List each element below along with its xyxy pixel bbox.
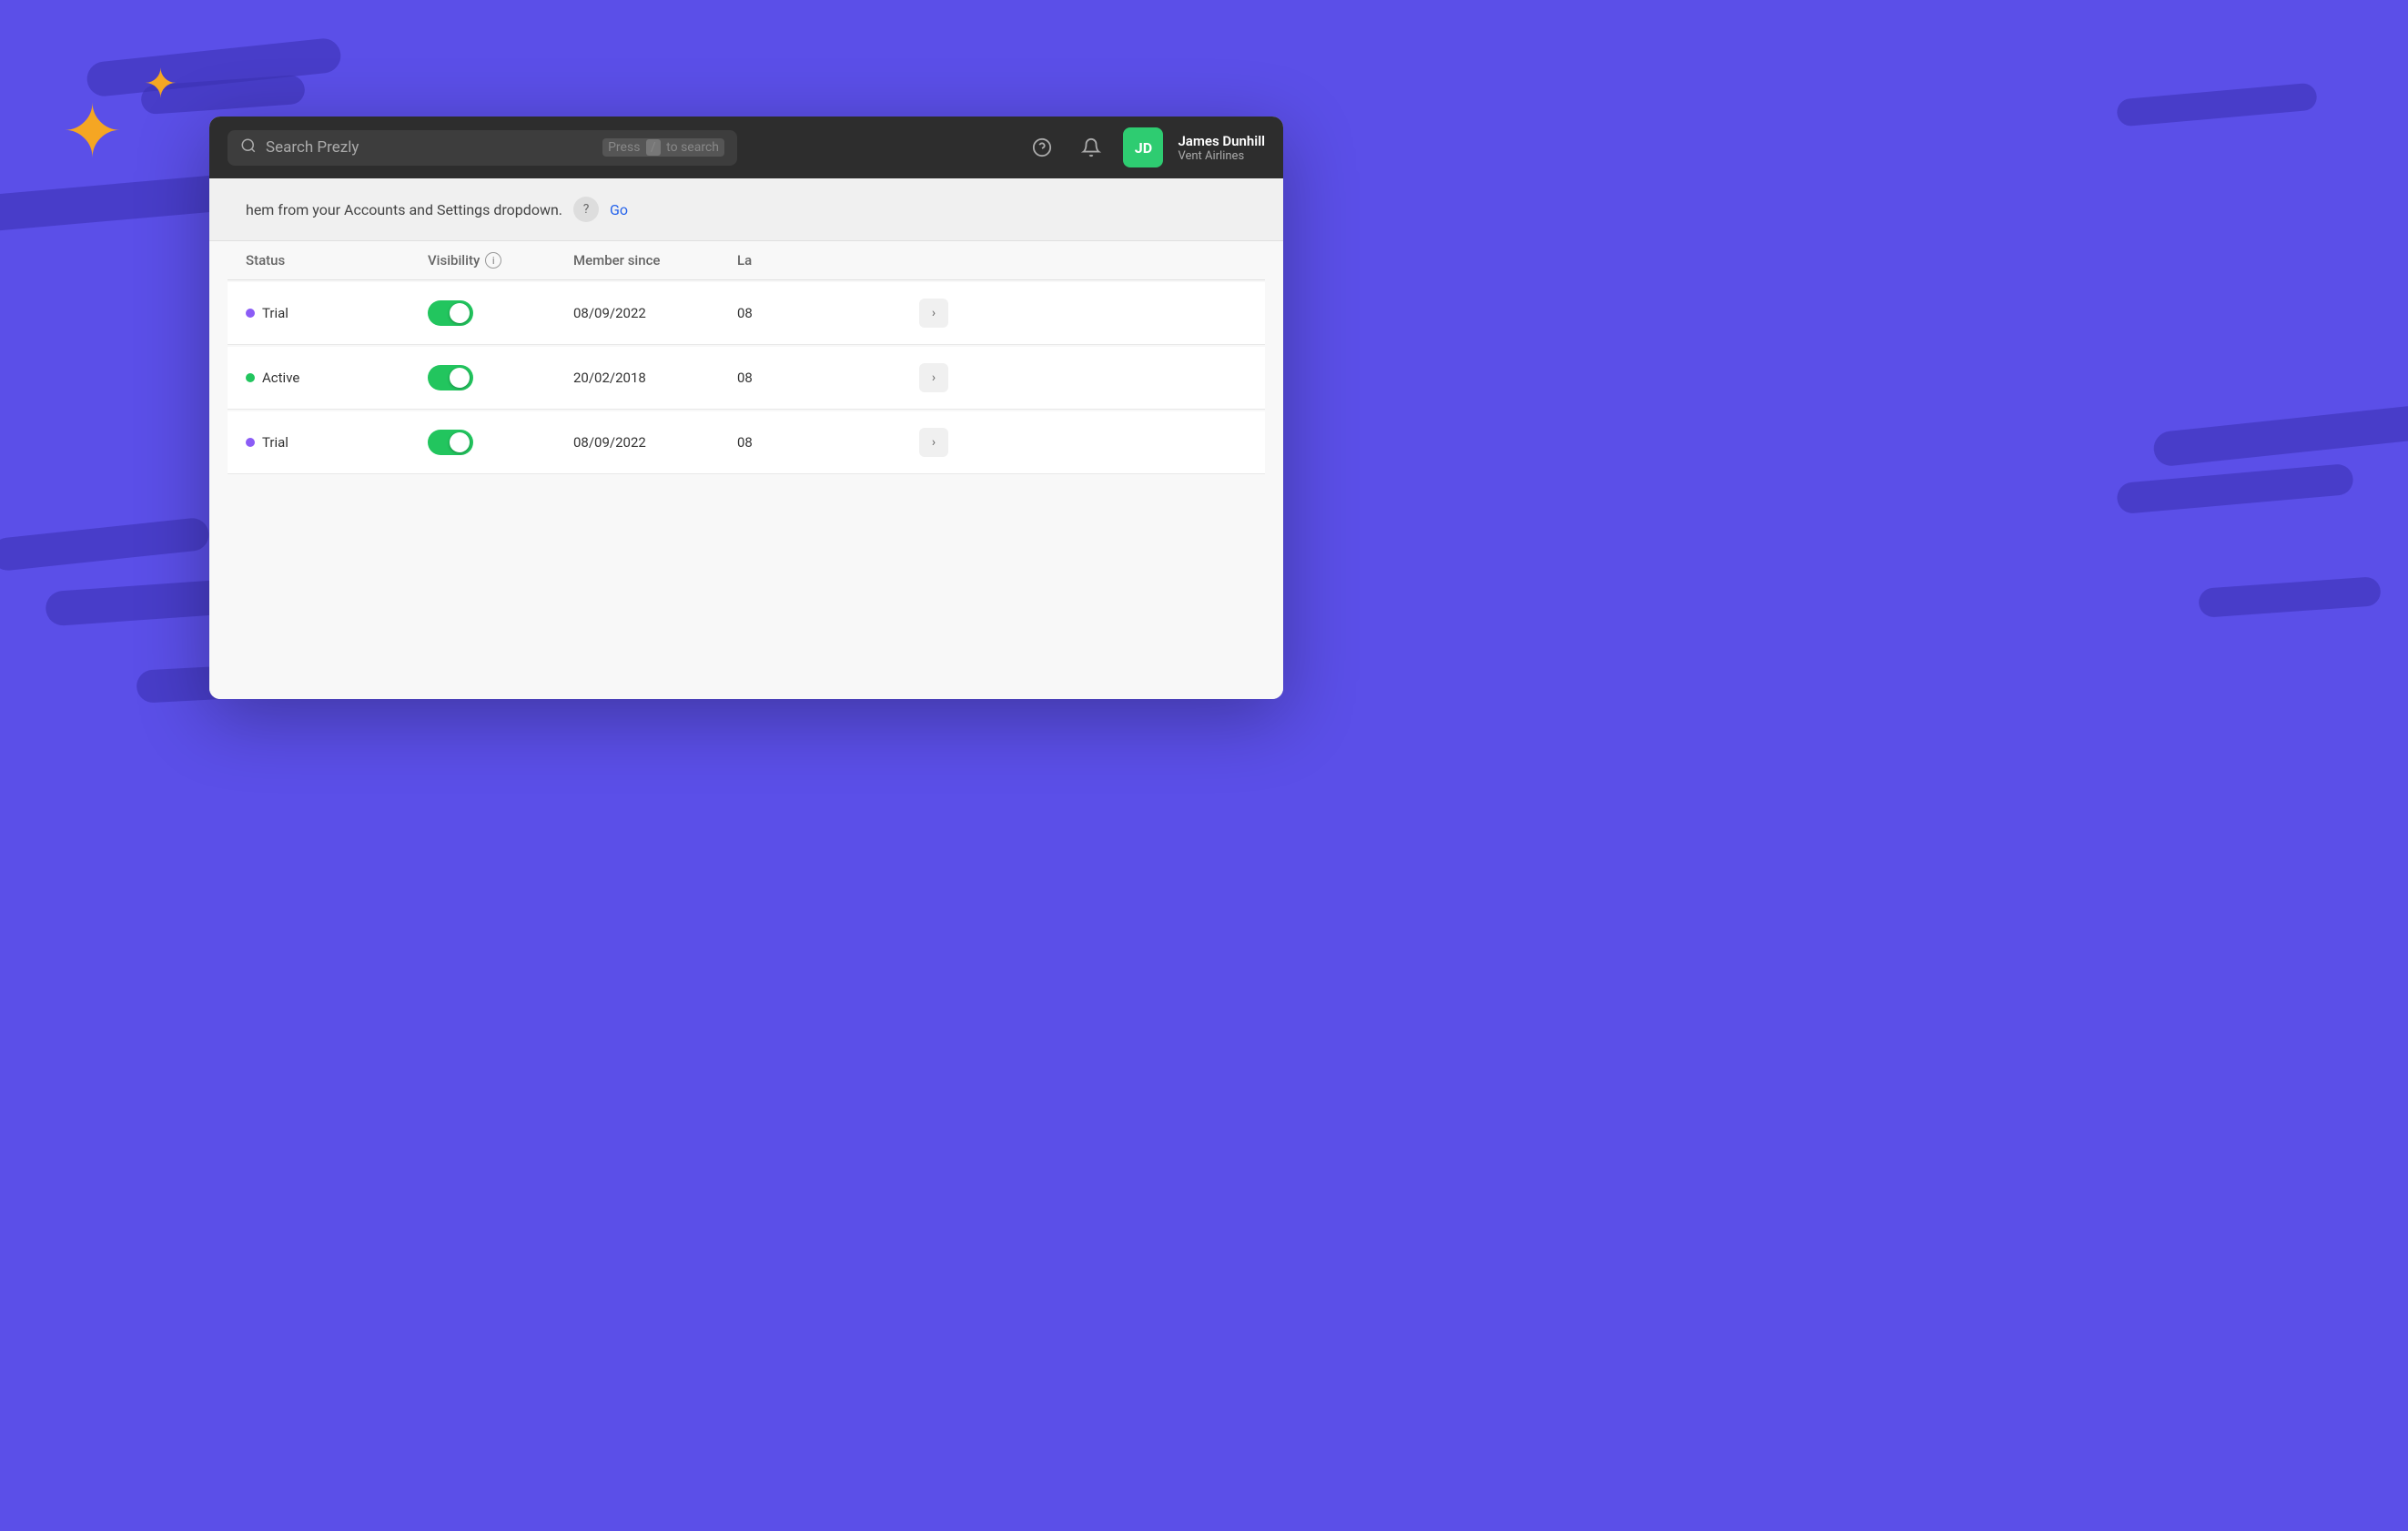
col-last: La (737, 252, 919, 269)
table-header: Status Visibility i Member since La (228, 241, 1265, 280)
table-row: Active 20/02/2018 08 › (228, 347, 1265, 410)
user-info[interactable]: James Dunhill Vent Airlines (1178, 133, 1265, 163)
date-cell-3: 08/09/2022 (573, 434, 737, 451)
status-label-3: Trial (262, 434, 288, 451)
notice-bar: hem from your Accounts and Settings drop… (209, 178, 1283, 241)
visibility-toggle-2[interactable] (428, 365, 473, 390)
notice-help-icon[interactable]: ? (573, 197, 599, 222)
app-window: Search Prezly Press / to search (209, 117, 1283, 699)
toggle-knob-3 (450, 432, 470, 452)
visibility-toggle-3[interactable] (428, 430, 473, 455)
search-icon (240, 137, 257, 158)
date-cell-2: 20/02/2018 (573, 370, 737, 386)
notice-link[interactable]: Go (610, 201, 628, 218)
col-visibility: Visibility i (428, 252, 573, 269)
last-cell-1: 08 (737, 305, 919, 321)
main-content: hem from your Accounts and Settings drop… (209, 178, 1283, 699)
notifications-button[interactable] (1074, 130, 1108, 165)
notice-text: hem from your Accounts and Settings drop… (246, 201, 562, 218)
help-button[interactable] (1025, 130, 1059, 165)
last-cell-3: 08 (737, 434, 919, 451)
user-avatar-button[interactable]: JD (1123, 127, 1163, 167)
search-bar[interactable]: Search Prezly Press / to search (228, 130, 737, 166)
toggle-knob-1 (450, 303, 470, 323)
col-status: Status (246, 252, 428, 269)
status-cell-2: Active (246, 370, 428, 386)
search-placeholder: Search Prezly (266, 138, 593, 157)
table-container: Status Visibility i Member since La Tria… (209, 241, 1283, 474)
toggle-knob-2 (450, 368, 470, 388)
col-member-since: Member since (573, 252, 737, 269)
action-btn-1[interactable]: › (919, 299, 948, 328)
navbar: Search Prezly Press / to search (209, 117, 1283, 178)
table-row: Trial 08/09/2022 08 › (228, 411, 1265, 474)
last-cell-2: 08 (737, 370, 919, 386)
visibility-toggle-1[interactable] (428, 300, 473, 326)
navbar-actions: JD James Dunhill Vent Airlines (1025, 127, 1265, 167)
date-cell-1: 08/09/2022 (573, 305, 737, 321)
visibility-cell-1 (428, 300, 573, 326)
status-label-2: Active (262, 370, 299, 386)
table-row: Trial 08/09/2022 08 › (228, 282, 1265, 345)
star-large-icon: ✦ (62, 96, 123, 168)
status-dot-trial-1 (246, 309, 255, 318)
status-dot-trial-3 (246, 438, 255, 447)
star-small-icon: ✦ (144, 64, 177, 104)
visibility-cell-2 (428, 365, 573, 390)
visibility-cell-3 (428, 430, 573, 455)
action-btn-3[interactable]: › (919, 428, 948, 457)
status-cell-3: Trial (246, 434, 428, 451)
slash-key: / (646, 139, 661, 156)
status-cell-1: Trial (246, 305, 428, 321)
action-btn-2[interactable]: › (919, 363, 948, 392)
visibility-info-icon[interactable]: i (485, 252, 501, 269)
status-label-1: Trial (262, 305, 288, 321)
user-name: James Dunhill (1178, 133, 1265, 149)
status-dot-active (246, 373, 255, 382)
user-org: Vent Airlines (1178, 149, 1265, 163)
search-shortcut: Press / to search (602, 138, 724, 157)
